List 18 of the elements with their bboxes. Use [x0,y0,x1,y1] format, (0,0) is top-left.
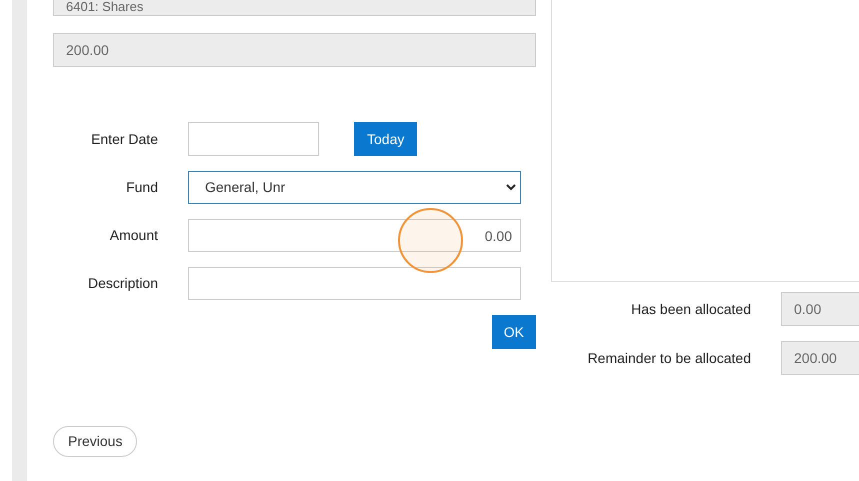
description-input[interactable] [188,267,521,300]
field-label: Description [88,274,158,293]
fund-select[interactable]: General, Unr [188,171,521,204]
field-label: Fund [126,178,158,197]
today-button[interactable]: Today [354,122,418,156]
chevron-down-icon [506,184,516,191]
amount-input[interactable]: 0.00 [188,219,521,252]
date-input[interactable] [188,122,319,156]
previous-button[interactable]: Previous [53,426,138,457]
allocation-label: Has been allocated [631,300,751,318]
readonly-field: 6401: Shares [53,0,536,16]
field-label: Enter Date [91,130,158,148]
field-label: Amount [110,226,158,245]
readonly-field: 200.00 [781,341,859,375]
readonly-field: 200.00 [53,33,536,67]
ok-button[interactable]: OK [492,315,536,349]
readonly-field: 0.00 [781,292,859,326]
allocation-label: Remainder to be allocated [588,348,751,368]
